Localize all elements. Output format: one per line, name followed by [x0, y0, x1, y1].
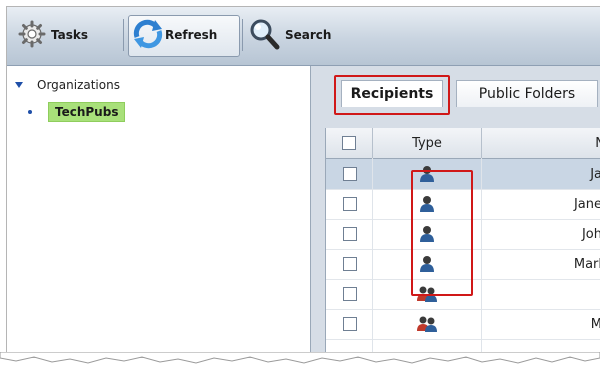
column-divider	[481, 158, 482, 357]
refresh-button[interactable]: Refresh	[131, 17, 217, 53]
recipients-tab-highlight	[334, 75, 450, 115]
row-checkbox[interactable]	[343, 227, 357, 241]
tree-bullet-icon	[28, 110, 32, 114]
toolbar-divider	[242, 19, 243, 51]
recipient-name: Joh	[581, 226, 600, 242]
column-header-type[interactable]: Type	[373, 128, 482, 158]
recipient-name: Marl	[573, 256, 600, 272]
organization-tree: Organizations TechPubs	[7, 66, 311, 357]
table-row[interactable]: M	[326, 309, 600, 340]
type-icons-highlight	[411, 170, 473, 296]
torn-edge-decoration	[0, 352, 600, 364]
toolbar-divider	[123, 19, 124, 51]
recipient-name: Jane	[573, 196, 600, 212]
selected-node-label: TechPubs	[48, 102, 126, 122]
recipients-panel: Recipients Public Folders Type N	[311, 66, 600, 357]
row-checkbox[interactable]	[343, 317, 357, 331]
recipient-name: M	[591, 309, 600, 339]
tab-public-folders[interactable]: Public Folders	[456, 80, 598, 107]
application-window: Tasks Refresh Search Organizations TechP…	[6, 6, 600, 358]
gear-icon	[17, 19, 47, 52]
search-label: Search	[285, 28, 332, 42]
tasks-button[interactable]: Tasks	[17, 17, 88, 53]
recipient-name: Ja	[590, 166, 600, 182]
tab-label: Public Folders	[478, 86, 576, 102]
search-icon	[247, 17, 281, 54]
tree-node-label: Organizations	[37, 78, 120, 92]
column-divider	[372, 158, 373, 357]
row-checkbox[interactable]	[343, 167, 357, 181]
tree-node-organizations[interactable]: Organizations	[15, 78, 120, 92]
column-header-name[interactable]: N	[482, 128, 600, 158]
tree-node-techpubs[interactable]: TechPubs	[28, 102, 126, 122]
row-checkbox[interactable]	[343, 287, 357, 301]
select-all-cell	[326, 128, 373, 158]
group-icon	[417, 309, 437, 339]
row-checkbox[interactable]	[343, 197, 357, 211]
refresh-icon	[131, 17, 165, 54]
grid-header: Type N	[326, 128, 600, 159]
expand-arrow-icon[interactable]	[15, 82, 23, 88]
row-checkbox[interactable]	[343, 257, 357, 271]
column-header-label: N	[595, 136, 600, 151]
search-button[interactable]: Search	[247, 17, 331, 53]
select-all-checkbox[interactable]	[342, 136, 356, 150]
column-header-label: Type	[412, 135, 442, 151]
tasks-label: Tasks	[51, 28, 89, 42]
toolbar: Tasks Refresh Search	[7, 7, 600, 66]
refresh-label: Refresh	[165, 28, 218, 42]
